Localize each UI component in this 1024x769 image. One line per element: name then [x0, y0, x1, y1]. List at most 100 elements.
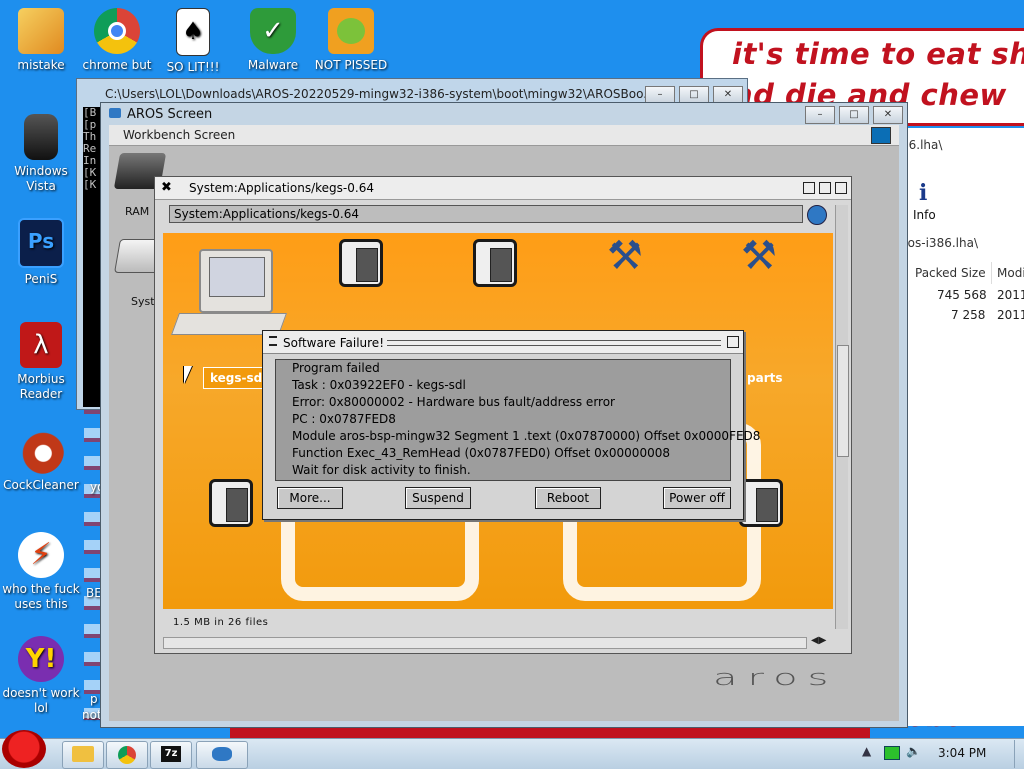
- floppy-disk-icon[interactable]: [339, 239, 383, 287]
- tray-up-arrow-icon[interactable]: ▲: [862, 744, 871, 758]
- vertical-scroll-knob[interactable]: [837, 345, 849, 457]
- desktop-icon-cockcleaner[interactable]: CockCleaner: [0, 428, 82, 493]
- desktop-icon-label: Malware: [247, 58, 299, 72]
- taskbar-chrome-button[interactable]: [106, 741, 148, 769]
- desktop-icon-label: chrome but: [82, 58, 152, 72]
- reboot-button[interactable]: Reboot: [535, 487, 601, 509]
- screen-depth-icon[interactable]: [871, 127, 891, 144]
- taskbar-7zip-button[interactable]: 7z: [150, 741, 192, 769]
- desktop-icon-label: doesn't work lol: [2, 686, 80, 715]
- desktop-icon-so-lit[interactable]: ♠ SO LIT!!!: [152, 8, 234, 75]
- aros-window-icon: [109, 108, 121, 118]
- drawer-path-field[interactable]: System:Applications/kegs-0.64: [169, 205, 803, 223]
- row-size: 7 258: [951, 308, 986, 322]
- minimize-button[interactable]: –: [805, 106, 835, 124]
- yahoo-messenger-icon: Y!: [18, 636, 64, 682]
- desktop-icon-chrome[interactable]: chrome but: [76, 8, 158, 73]
- desktop-icon-not-pissed[interactable]: NOT PISSED: [310, 8, 392, 73]
- maximize-button[interactable]: □: [839, 106, 869, 124]
- scroll-arrows-icon[interactable]: ◀▶: [811, 635, 826, 646]
- desktop-icon-label: Windows Vista: [14, 164, 68, 193]
- cards-icon: ♠: [176, 8, 210, 56]
- desktop-icon-label: NOT PISSED: [314, 58, 388, 72]
- taskbar-clock[interactable]: 3:04 PM: [938, 746, 986, 760]
- zoom-icon[interactable]: [819, 182, 831, 194]
- title-drag-bar[interactable]: [387, 340, 721, 346]
- network-icon[interactable]: [884, 746, 900, 760]
- drawer-title: System:Applications/kegs-0.64: [189, 181, 374, 195]
- meme-left-stripe: [84, 400, 100, 720]
- desktop-icon-morbius-reader[interactable]: λ Morbius Reader: [0, 322, 82, 402]
- depth-icon[interactable]: [835, 182, 847, 194]
- depth-icon[interactable]: [727, 336, 739, 348]
- start-button-angry-bird-icon[interactable]: [2, 730, 46, 768]
- mistake-icon: [18, 8, 64, 54]
- close-icon[interactable]: ✖: [161, 180, 172, 195]
- desktop-icon-doesnt-work[interactable]: Y! doesn't work lol: [0, 636, 82, 716]
- tool-wrench-icon[interactable]: ⚒: [741, 233, 777, 279]
- failure-line: Module aros-bsp-mingw32 Segment 1 .text …: [292, 429, 761, 443]
- failure-line: Task : 0x03922EF0 - kegs-sdl: [292, 378, 466, 392]
- desktop-icon-label: SO LIT!!!: [166, 60, 220, 74]
- column-modified[interactable]: Modi: [991, 262, 1024, 284]
- mouse-cursor: [184, 366, 192, 384]
- desktop-icon-who-uses-this[interactable]: ⚡ who the fuck uses this: [0, 532, 82, 612]
- row-date: 2011: [997, 308, 1024, 322]
- explorer-subfolder[interactable]: ros-i386.lha\: [903, 236, 978, 250]
- software-failure-dialog[interactable]: Software Failure! Program failed Task : …: [262, 330, 761, 520]
- tool-wrench-icon[interactable]: ⚒: [607, 233, 643, 279]
- failure-message-box: Program failed Task : 0x03922EF0 - kegs-…: [275, 359, 761, 481]
- volume-icon[interactable]: 🔈: [906, 744, 921, 758]
- ccleaner-icon: [18, 428, 64, 474]
- close-button[interactable]: ✕: [873, 106, 903, 124]
- pdf-reader-icon: λ: [20, 322, 62, 368]
- computer-icon[interactable]: [199, 249, 273, 313]
- parent-dir-icon[interactable]: [807, 205, 827, 225]
- trash-bin-icon: [24, 114, 58, 160]
- floppy-disk-icon[interactable]: [209, 479, 253, 527]
- desktop-icon-mistake[interactable]: mistake: [0, 8, 82, 73]
- cmd-window-title: C:\Users\LOL\Downloads\AROS-20220529-min…: [105, 87, 655, 101]
- show-desktop-button[interactable]: [1014, 740, 1024, 768]
- info-icon[interactable]: i: [919, 180, 927, 206]
- desktop-icon-windows-vista[interactable]: Windows Vista: [0, 114, 82, 194]
- desktop-icon-label: Morbius Reader: [17, 372, 65, 401]
- failure-title-bar[interactable]: Software Failure!: [263, 331, 743, 354]
- vertical-scrollbar[interactable]: [835, 205, 849, 629]
- taskbar-explorer-button[interactable]: [62, 741, 104, 769]
- horizontal-scrollbar[interactable]: [163, 637, 807, 649]
- aros-window-title: AROS Screen: [127, 107, 213, 122]
- column-packed-size[interactable]: Packed Size: [909, 262, 992, 284]
- power-off-button[interactable]: Power off: [663, 487, 731, 509]
- shield-icon: ✓: [250, 8, 296, 54]
- partial-desktop-label: p: [90, 692, 98, 706]
- system-disk-label[interactable]: Syst: [131, 295, 155, 308]
- drawer-title-bar[interactable]: ✖ System:Applications/kegs-0.64: [155, 177, 851, 200]
- desktop-icon-label: PeniS: [24, 272, 58, 286]
- ram-disk-label[interactable]: RAM: [125, 205, 149, 218]
- floppy-disk-icon[interactable]: [739, 479, 783, 527]
- drawer-status: 1.5 MB in 26 files: [173, 617, 269, 628]
- failure-title: Software Failure!: [283, 336, 385, 350]
- partial-desktop-label: not: [82, 708, 102, 722]
- row-size: 745 568: [937, 288, 987, 302]
- info-label[interactable]: Info: [913, 208, 936, 222]
- desktop-icon-label: CockCleaner: [3, 478, 79, 492]
- failure-line: Program failed: [292, 361, 380, 375]
- floppy-disk-icon[interactable]: [473, 239, 517, 287]
- iconify-icon[interactable]: [803, 182, 815, 194]
- suspend-button[interactable]: Suspend: [405, 487, 471, 509]
- failure-line: Function Exec_43_RemHead (0x0787FED0) Of…: [292, 446, 670, 460]
- desktop-icon-penis[interactable]: Ps PeniS: [0, 218, 82, 287]
- desktop-icon-label: mistake: [17, 58, 65, 72]
- taskbar-aros-button[interactable]: [196, 741, 248, 769]
- close-icon[interactable]: [269, 336, 277, 346]
- aros-window-buttons: – □ ✕: [805, 106, 903, 124]
- desktop-icon-malware[interactable]: ✓ Malware: [232, 8, 314, 73]
- winamp-bolt-icon: ⚡: [18, 532, 64, 578]
- photoshop-icon: Ps: [18, 218, 64, 268]
- failure-line: PC : 0x0787FED8: [292, 412, 396, 426]
- failure-line: Error: 0x80000002 - Hardware bus fault/a…: [292, 395, 615, 409]
- parts-icon-label[interactable]: parts: [747, 371, 782, 385]
- more-button[interactable]: More...: [277, 487, 343, 509]
